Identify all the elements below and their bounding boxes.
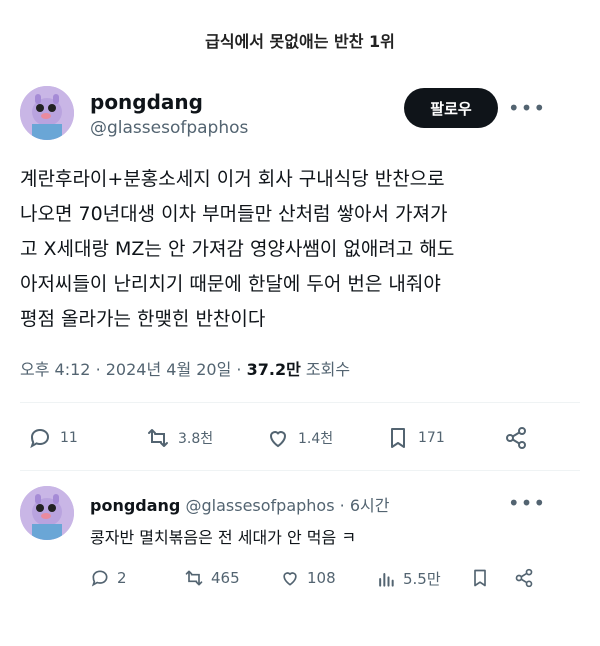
retweet-icon	[148, 429, 168, 447]
bookmark-count: 171	[418, 430, 445, 446]
retweet-button[interactable]: 3.8천	[146, 426, 213, 450]
meta-separator: ·	[236, 360, 247, 379]
meta-separator: ·	[95, 360, 106, 379]
tweet-time-ago[interactable]: 6시간	[350, 496, 390, 515]
avatar[interactable]	[20, 86, 74, 140]
share-icon	[506, 427, 526, 449]
views-icon	[379, 572, 394, 587]
bookmark-button[interactable]: 171	[386, 426, 445, 450]
bookmark-icon	[391, 428, 405, 448]
tweet-time[interactable]: 오후 4:12	[20, 360, 90, 379]
author-handle[interactable]: @glassesofpaphos	[185, 496, 334, 515]
views-button[interactable]: 5.5만	[376, 568, 441, 589]
like-count: 1.4천	[298, 431, 334, 447]
author-name[interactable]: pongdang	[90, 496, 180, 515]
reply-button[interactable]: 2	[90, 568, 127, 588]
more-icon[interactable]: •••	[508, 96, 545, 120]
like-button[interactable]: 108	[280, 568, 336, 588]
avatar[interactable]	[20, 486, 74, 540]
reply-icon	[30, 428, 50, 449]
tweet-meta: 오후 4:12 · 2024년 4월 20일 · 37.2만 조회수	[20, 356, 350, 380]
page-title: 급식에서 못없애는 반찬 1위	[205, 32, 395, 51]
tweet-text: 계란후라이+분홍소세지 이거 회사 구내식당 반찬으로 나오면 70년대생 이차…	[20, 168, 455, 330]
share-button[interactable]	[514, 568, 541, 588]
author-name[interactable]: pongdang	[90, 90, 203, 114]
reply-icon	[91, 570, 108, 587]
retweet-count: 3.8천	[178, 431, 214, 447]
avatar-image	[20, 86, 74, 140]
reply-button[interactable]: 11	[28, 426, 78, 450]
reply-author-row: pongdang @glassesofpaphos · 6시간	[90, 492, 389, 516]
reply-count: 2	[117, 569, 127, 587]
reply-count: 11	[60, 430, 78, 446]
like-button[interactable]: 1.4천	[266, 426, 333, 450]
author-handle[interactable]: @glassesofpaphos	[90, 118, 248, 138]
like-icon	[269, 431, 287, 448]
retweet-icon	[185, 570, 203, 586]
share-button[interactable]	[504, 426, 536, 450]
views-count: 37.2만	[246, 360, 301, 379]
more-icon[interactable]: •••	[508, 491, 545, 515]
like-icon	[283, 572, 297, 586]
views-label: 조회수	[305, 360, 351, 379]
bookmark-button[interactable]	[470, 568, 497, 588]
like-count: 108	[307, 569, 336, 587]
divider	[20, 470, 580, 471]
bookmark-icon	[474, 569, 486, 587]
meta-separator: ·	[339, 496, 350, 515]
retweet-count: 465	[211, 569, 240, 587]
tweet-date[interactable]: 2024년 4월 20일	[106, 360, 232, 379]
views-count: 5.5만	[403, 570, 441, 588]
reply-text: 콩자반 멸치볶음은 전 세대가 안 먹음 ㅋ	[90, 528, 357, 547]
avatar-image	[20, 486, 74, 540]
follow-button[interactable]: 팔로우	[404, 88, 498, 128]
divider	[20, 402, 580, 403]
retweet-button[interactable]: 465	[184, 568, 240, 588]
share-icon	[515, 568, 533, 588]
